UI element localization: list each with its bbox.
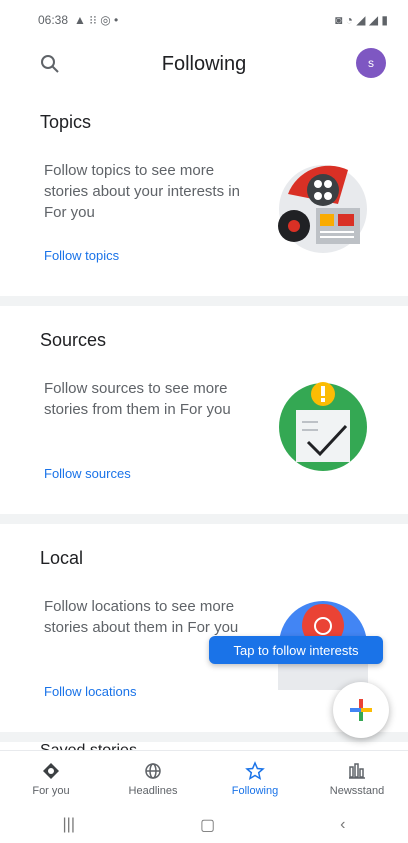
nav-label: For you bbox=[32, 785, 70, 797]
status-bar: 06:38 ▲ ⁝⁝ ◎ • ◙ ◔ ◢ ◢ ▮ bbox=[0, 0, 408, 40]
back-button[interactable]: ‹ bbox=[340, 816, 345, 834]
nav-newsstand[interactable]: Newsstand bbox=[306, 751, 408, 807]
follow-sources-link[interactable]: Follow sources bbox=[44, 466, 131, 481]
card-description: Follow sources to see more stories from … bbox=[44, 380, 231, 418]
system-navigation: ||| ▢ ‹ bbox=[0, 806, 408, 843]
topics-illustration-icon bbox=[278, 165, 367, 253]
recents-button[interactable]: ||| bbox=[63, 816, 75, 834]
nav-for-you[interactable]: For you bbox=[0, 751, 102, 807]
nav-label: Newsstand bbox=[329, 785, 385, 797]
status-notification-icons: ▲ ⁝⁝ ◎ • bbox=[74, 13, 119, 27]
add-interest-button[interactable] bbox=[333, 682, 389, 738]
follow-locations-link[interactable]: Follow locations bbox=[44, 684, 137, 699]
follow-interests-tooltip[interactable]: Tap to follow interests bbox=[209, 636, 383, 664]
sources-illustration-icon bbox=[279, 382, 367, 471]
plus-icon bbox=[350, 699, 372, 721]
card-description: Follow topics to see more stories about … bbox=[44, 162, 240, 221]
diamond-icon bbox=[43, 763, 59, 779]
sources-card: Sources Follow sources to see more stori… bbox=[0, 306, 408, 524]
search-icon[interactable] bbox=[38, 52, 62, 76]
topics-card: Topics Follow topics to see more stories… bbox=[0, 88, 408, 306]
nav-label: Following bbox=[231, 785, 279, 797]
avatar[interactable]: s bbox=[356, 48, 386, 78]
nav-following[interactable]: Following bbox=[204, 751, 306, 807]
status-system-icons: ◙ ◔ ◢ ◢ ▮ bbox=[335, 13, 388, 27]
app-bar: Following s bbox=[0, 40, 408, 89]
status-time: 06:38 bbox=[38, 13, 69, 27]
saved-stories-heading: Saved stories bbox=[40, 742, 137, 750]
page-title: Following bbox=[161, 52, 247, 75]
nav-headlines[interactable]: Headlines bbox=[102, 751, 204, 807]
nav-label: Headlines bbox=[128, 785, 178, 797]
bottom-navigation: For you Headlines Following Newsstand bbox=[0, 750, 408, 807]
globe-icon bbox=[145, 763, 161, 779]
home-button[interactable]: ▢ bbox=[200, 815, 215, 835]
card-title: Local bbox=[40, 548, 84, 568]
card-title: Topics bbox=[40, 112, 92, 132]
newsstand-icon bbox=[349, 763, 365, 779]
follow-topics-link[interactable]: Follow topics bbox=[44, 248, 119, 263]
card-title: Sources bbox=[40, 330, 107, 350]
star-icon bbox=[245, 761, 265, 781]
card-description: Follow locations to see more stories abo… bbox=[44, 598, 239, 636]
